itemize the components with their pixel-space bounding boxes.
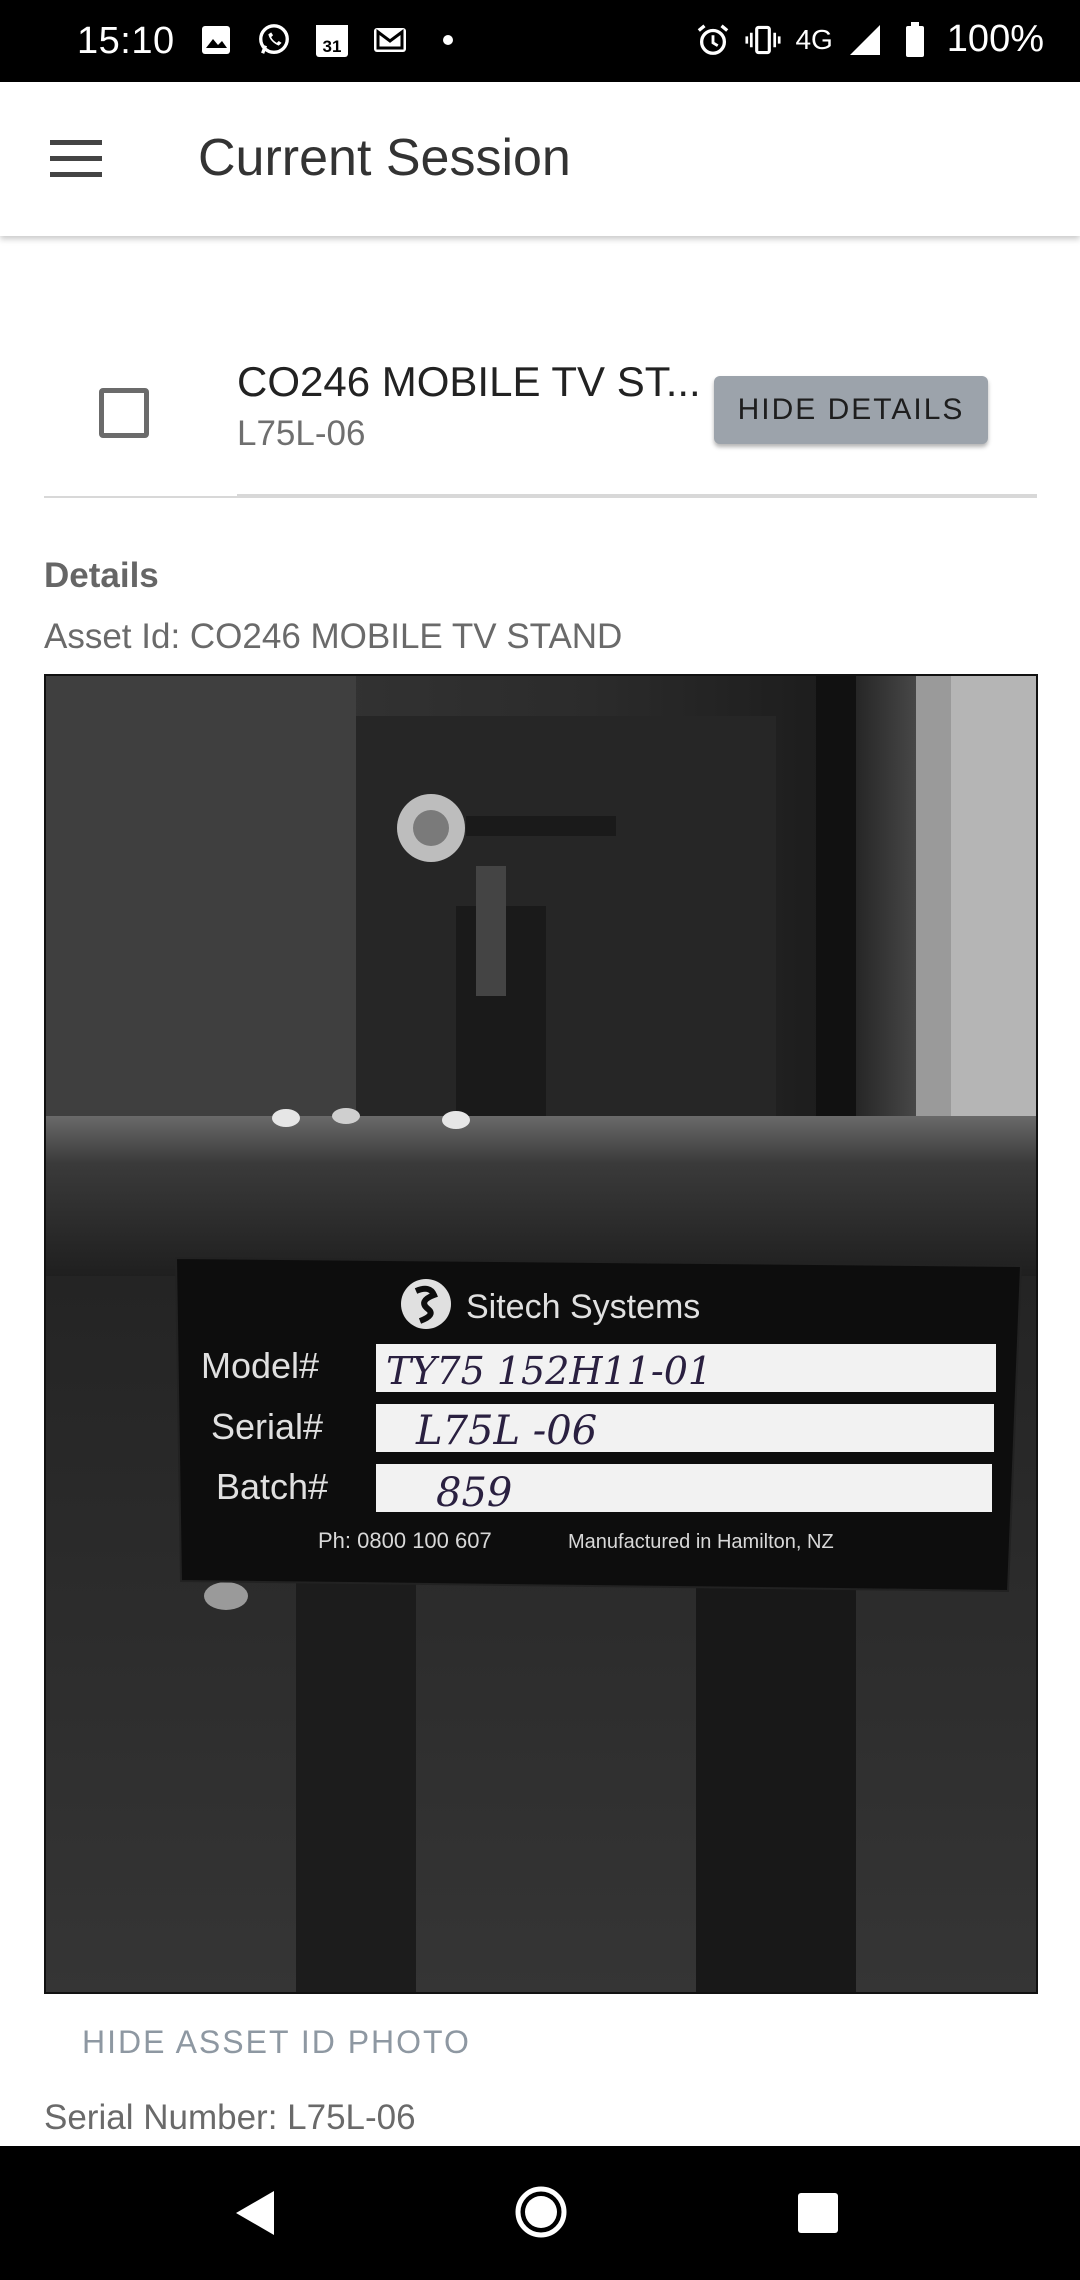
- asset-id-text: Asset Id: CO246 MOBILE TV STAND: [44, 617, 623, 656]
- status-time: 15:10: [77, 20, 175, 62]
- network-type: 4G: [795, 23, 833, 55]
- calendar-icon: 31: [314, 22, 350, 58]
- label-batch-value: 859: [436, 1470, 512, 1516]
- serial-number-text: Serial Number: L75L-06: [44, 2098, 416, 2137]
- asset-list-item[interactable]: CO246 MOBILE TV ST... L75L-06 HIDE DETAI…: [44, 236, 1037, 500]
- dot-icon: [430, 22, 466, 58]
- vibrate-icon: [745, 22, 781, 58]
- divider: [237, 494, 1037, 498]
- asset-id-photo: Sitech Systems Model# TY75 152H11-01 Ser…: [44, 674, 1038, 1994]
- label-serial-value: L75L -06: [415, 1408, 597, 1454]
- signal-icon: [847, 22, 883, 58]
- label-model-value: TY75 152H11-01: [386, 1349, 712, 1393]
- menu-icon[interactable]: [50, 138, 104, 180]
- navigation-bar: [0, 2146, 1080, 2280]
- battery-icon: [897, 21, 933, 58]
- label-brand: Sitech Systems: [466, 1288, 700, 1326]
- asset-title: CO246 MOBILE TV ST...: [237, 358, 701, 405]
- select-checkbox[interactable]: [99, 388, 149, 438]
- gmail-icon: [372, 22, 408, 58]
- page-title: Current Session: [198, 129, 571, 187]
- back-icon[interactable]: [232, 2188, 278, 2243]
- recent-apps-icon[interactable]: [797, 2192, 839, 2239]
- divider: [44, 496, 238, 498]
- label-batch-caption: Batch#: [216, 1466, 328, 1507]
- battery-percent: 100%: [946, 18, 1044, 60]
- label-phone: Ph: 0800 100 607: [318, 1528, 492, 1553]
- calendar-day: 31: [323, 37, 342, 56]
- label-serial-caption: Serial#: [211, 1406, 323, 1447]
- label-model-caption: Model#: [201, 1345, 319, 1386]
- alarm-icon: [695, 22, 731, 58]
- asset-subtitle: L75L-06: [237, 414, 366, 453]
- session-content: CO246 MOBILE TV ST... L75L-06 HIDE DETAI…: [0, 236, 1080, 2146]
- status-bar: 15:10 31 4G 100%: [0, 0, 1080, 82]
- whatsapp-icon: [256, 22, 292, 58]
- label-manufactured: Manufactured in Hamilton, NZ: [568, 1531, 834, 1553]
- hide-asset-photo-button[interactable]: HIDE ASSET ID PHOTO: [82, 2024, 471, 2061]
- app-bar: Current Session: [0, 82, 1080, 236]
- home-icon[interactable]: [513, 2184, 569, 2245]
- details-heading: Details: [44, 556, 159, 595]
- image-icon: [198, 22, 234, 58]
- hide-details-button[interactable]: HIDE DETAILS: [714, 376, 988, 444]
